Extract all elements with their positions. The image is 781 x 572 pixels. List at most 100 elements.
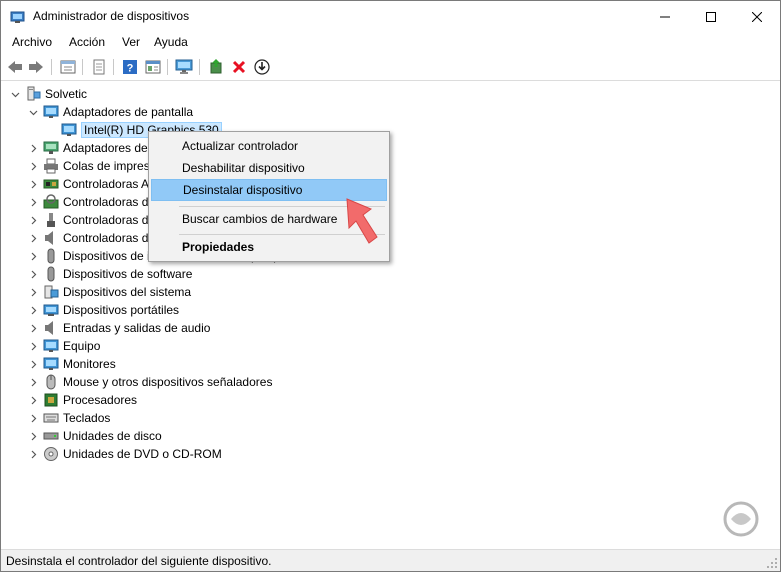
- tree-category-print-queues[interactable]: Colas de impresión: [27, 157, 166, 175]
- tree-category-mouse[interactable]: Mouse y otros dispositivos señaladores: [27, 373, 272, 391]
- category-label: Unidades de DVD o CD-ROM: [63, 447, 222, 461]
- chevron-right-icon[interactable]: [27, 340, 39, 352]
- menu-ver[interactable]: Ver: [120, 35, 142, 49]
- category-label: Dispositivos portátiles: [63, 303, 180, 317]
- tree-category-software-devices[interactable]: Dispositivos de software: [27, 265, 192, 283]
- controller-icon: [43, 176, 59, 192]
- chevron-right-icon[interactable]: [27, 358, 39, 370]
- forward-icon[interactable]: [26, 57, 46, 77]
- tree-category-audio-io[interactable]: Entradas y salidas de audio: [27, 319, 210, 337]
- menu-ayuda[interactable]: Ayuda: [152, 35, 190, 49]
- category-label: Unidades de disco: [63, 429, 162, 443]
- help-icon[interactable]: ?: [120, 57, 140, 77]
- chevron-right-icon[interactable]: [27, 304, 39, 316]
- toolbar-separator: [199, 59, 200, 75]
- maximize-button[interactable]: [688, 1, 734, 32]
- back-icon[interactable]: [5, 57, 25, 77]
- chevron-right-icon[interactable]: [27, 250, 39, 262]
- category-label: Equipo: [63, 339, 101, 353]
- toolbar-separator: [113, 59, 114, 75]
- tree-category-keyboards[interactable]: Teclados: [27, 409, 110, 427]
- chevron-right-icon[interactable]: [27, 286, 39, 298]
- monitor-icon: [43, 338, 59, 354]
- tree-category-processors[interactable]: Procesadores: [27, 391, 137, 409]
- tree-category-portable-devices[interactable]: Dispositivos portátiles: [27, 301, 179, 319]
- ctx-disable-device[interactable]: Deshabilitar dispositivo: [151, 157, 387, 179]
- speaker-icon: [43, 230, 59, 246]
- monitor-icon[interactable]: [174, 57, 194, 77]
- display-adapter-icon: [61, 122, 77, 138]
- speaker-icon: [43, 320, 59, 336]
- tree-category-dvd-drives[interactable]: Unidades de DVD o CD-ROM: [27, 445, 222, 463]
- chevron-right-icon[interactable]: [27, 268, 39, 280]
- storage-controller-icon: [43, 194, 59, 210]
- chevron-right-icon[interactable]: [27, 196, 39, 208]
- window-title: Administrador de dispositivos: [33, 9, 190, 23]
- category-label: Procesadores: [63, 393, 138, 407]
- device-manager-window: Administrador de dispositivos Archivo Ac…: [0, 0, 781, 572]
- chevron-right-icon[interactable]: [27, 430, 39, 442]
- pointer-arrow-icon: [341, 197, 381, 247]
- chevron-right-icon[interactable]: [27, 142, 39, 154]
- chevron-right-icon[interactable]: [27, 178, 39, 190]
- tree-category-monitors[interactable]: Monitores: [27, 355, 116, 373]
- portable-device-icon: [43, 302, 59, 318]
- device-tree: Solvetic Adaptadores de pantalla Intel(R…: [1, 82, 780, 547]
- chevron-right-icon[interactable]: [27, 448, 39, 460]
- chevron-right-icon[interactable]: [27, 376, 39, 388]
- category-label: Monitores: [63, 357, 116, 371]
- chevron-right-icon[interactable]: [27, 214, 39, 226]
- category-label: Adaptadores de pantalla: [63, 105, 194, 119]
- chevron-right-icon[interactable]: [27, 232, 39, 244]
- title-bar: Administrador de dispositivos: [1, 1, 780, 32]
- usb-icon: [43, 212, 59, 228]
- category-label: Dispositivos de software: [63, 267, 193, 281]
- network-icon: [43, 140, 59, 156]
- software-device-icon: [43, 266, 59, 282]
- ctx-update-driver[interactable]: Actualizar controlador: [151, 135, 387, 157]
- chevron-right-icon[interactable]: [27, 322, 39, 334]
- menu-accion[interactable]: Acción: [67, 35, 107, 49]
- action-icon[interactable]: [143, 57, 163, 77]
- tree-category-display-adapters[interactable]: Adaptadores de pantalla: [27, 103, 193, 121]
- update-driver-icon[interactable]: [206, 57, 226, 77]
- show-hide-icon[interactable]: [89, 57, 109, 77]
- display-adapter-icon: [43, 104, 59, 120]
- monitor-icon: [43, 356, 59, 372]
- category-label: Entradas y salidas de audio: [63, 321, 211, 335]
- keyboard-icon: [43, 410, 59, 426]
- toolbar: ?: [1, 54, 780, 81]
- printer-icon: [43, 158, 59, 174]
- menu-archivo[interactable]: Archivo: [10, 35, 54, 49]
- chevron-right-icon[interactable]: [27, 160, 39, 172]
- svg-text:?: ?: [127, 63, 134, 75]
- mouse-icon: [43, 374, 59, 390]
- tree-category-system-devices[interactable]: Dispositivos del sistema: [27, 283, 191, 301]
- tree-root[interactable]: Solvetic: [9, 85, 87, 103]
- menu-bar: Archivo Acción Ver Ayuda: [1, 32, 780, 54]
- status-text: Desinstala el controlador del siguiente …: [6, 554, 272, 568]
- dvd-drive-icon: [43, 446, 59, 462]
- tree-category-disk-drives[interactable]: Unidades de disco: [27, 427, 162, 445]
- chevron-right-icon[interactable]: [27, 412, 39, 424]
- category-label: Mouse y otros dispositivos señaladores: [63, 375, 273, 389]
- toolbar-separator: [51, 59, 52, 75]
- toolbar-separator: [82, 59, 83, 75]
- chevron-down-icon[interactable]: [27, 106, 39, 118]
- category-label: Dispositivos del sistema: [63, 285, 192, 299]
- uninstall-icon[interactable]: [229, 57, 249, 77]
- toolbar-separator: [167, 59, 168, 75]
- download-icon[interactable]: [252, 57, 272, 77]
- root-label: Solvetic: [45, 87, 88, 101]
- status-bar: Desinstala el controlador del siguiente …: [1, 549, 780, 571]
- system-device-icon: [43, 284, 59, 300]
- hid-icon: [43, 248, 59, 264]
- disk-drive-icon: [43, 428, 59, 444]
- close-button[interactable]: [734, 1, 780, 32]
- chevron-down-icon[interactable]: [9, 88, 21, 100]
- properties-icon[interactable]: [58, 57, 78, 77]
- computer-icon: [25, 86, 41, 102]
- tree-category-computer[interactable]: Equipo: [27, 337, 100, 355]
- chevron-right-icon[interactable]: [27, 394, 39, 406]
- minimize-button[interactable]: [642, 1, 688, 32]
